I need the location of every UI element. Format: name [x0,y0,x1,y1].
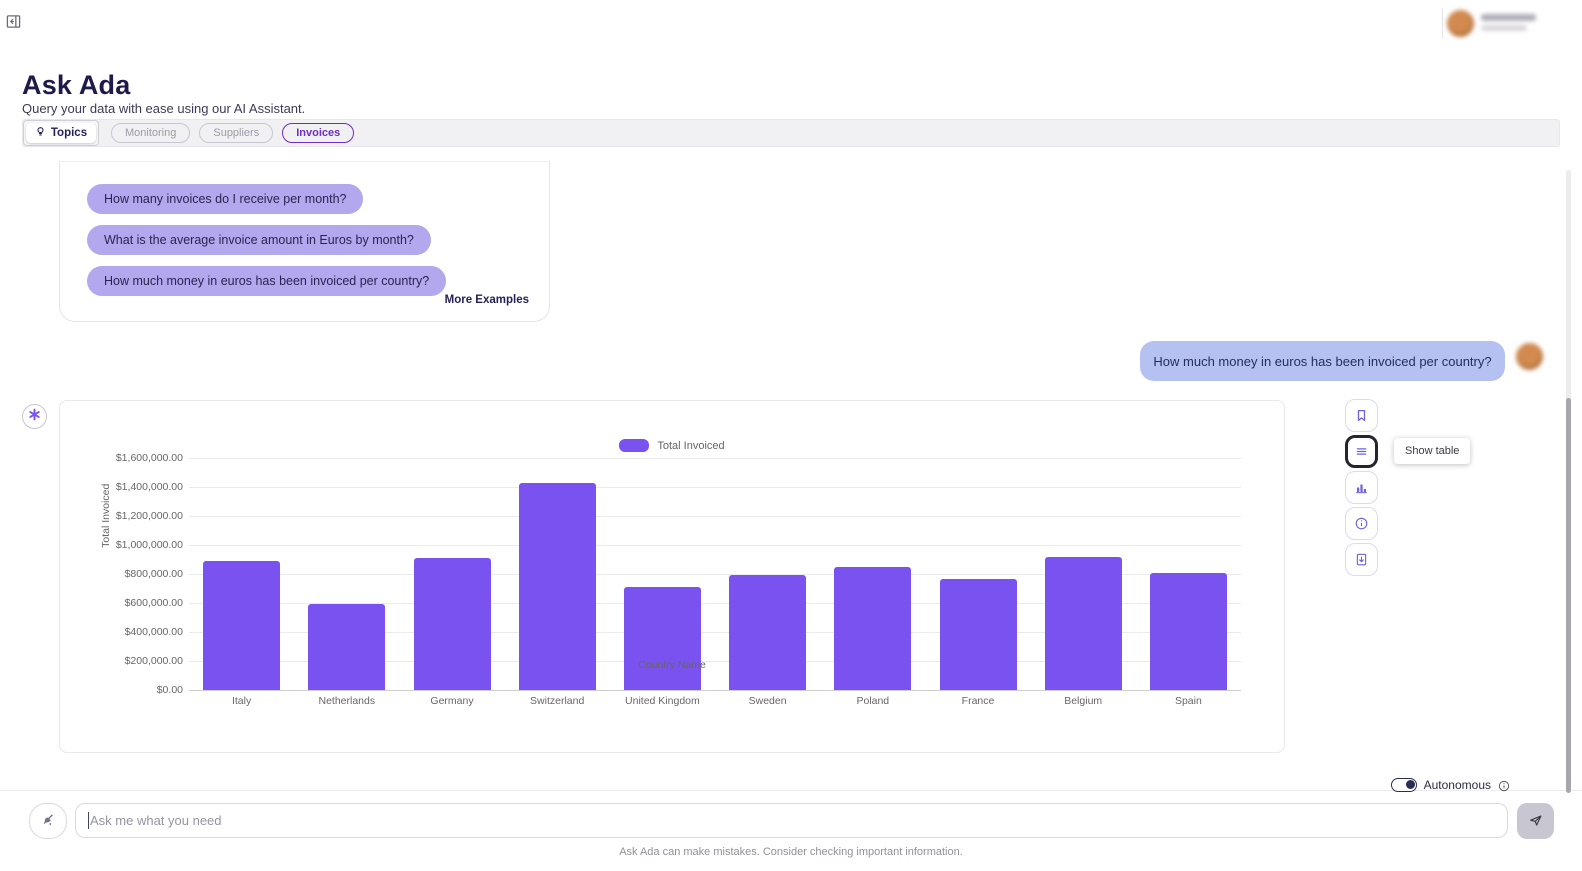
x-tick-label: Poland [820,695,926,707]
y-tick-label: $400,000.00 [93,626,183,638]
suggestion-pill-2[interactable]: How much money in euros has been invoice… [87,266,446,296]
header-divider [1442,8,1443,38]
autonomous-toggle[interactable] [1391,778,1417,792]
bookmark-icon [1354,408,1369,423]
user-avatar[interactable] [1447,10,1474,37]
show-chart-button[interactable] [1345,471,1378,504]
assistant-avatar [22,404,47,429]
suggestions-card: How many invoices do I receive per month… [59,161,550,322]
y-tick-label: $600,000.00 [93,597,183,609]
gridline [189,545,1241,546]
show-chart-icon [1354,480,1369,495]
broom-icon [41,813,55,830]
chart-legend[interactable]: Total Invoiced [60,439,1284,452]
tab-invoices[interactable]: Invoices [282,123,354,143]
x-axis-title: Country Name [60,659,1284,671]
gridline [189,690,1241,691]
bar-sweden[interactable] [729,575,806,690]
y-tick-label: $1,400,000.00 [93,481,183,493]
topics-tab-bar: Topics Monitoring Suppliers Invoices [22,119,1560,147]
x-tick-label: Netherlands [294,695,400,707]
y-tick-label: $1,000,000.00 [93,539,183,551]
sparkle-asterisk-icon [28,408,41,426]
tab-topics[interactable]: Topics [23,120,99,146]
bar-poland[interactable] [834,567,911,690]
autonomous-row: Autonomous [0,778,1510,792]
text-caret [88,812,89,829]
sidebar-collapse-button[interactable] [4,14,22,32]
user-message-bubble: How much money in euros has been invoice… [1140,341,1505,381]
user-name-redacted [1481,14,1536,21]
legend-label: Total Invoiced [657,440,724,452]
legend-swatch [619,439,649,452]
x-tick-label: Italy [189,695,295,707]
info-button[interactable] [1345,507,1378,540]
bar-france[interactable] [940,579,1017,690]
bar-spain[interactable] [1150,573,1227,690]
bar-chart-plot: $0.00$200,000.00$400,000.00$600,000.00$8… [189,458,1241,690]
x-tick-label: France [925,695,1031,707]
chart-card: Total Invoiced Total Invoiced $0.00$200,… [59,400,1285,753]
bookmark-button[interactable] [1345,399,1378,432]
x-tick-label: Sweden [715,695,821,707]
send-icon [1528,812,1544,831]
x-tick-label: United Kingdom [609,695,715,707]
gridline [189,458,1241,459]
more-examples-link[interactable]: More Examples [445,294,529,306]
export-icon [1354,552,1369,567]
disclaimer-text: Ask Ada can make mistakes. Consider chec… [0,846,1582,858]
clear-chat-button[interactable] [29,803,67,839]
page-subtitle: Query your data with ease using our AI A… [22,101,305,116]
show-table-tooltip: Show table [1394,438,1470,464]
chart-actions-column [1345,399,1378,576]
bar-netherlands[interactable] [308,604,385,690]
user-message-avatar [1516,343,1543,370]
x-tick-label: Belgium [1030,695,1136,707]
x-tick-label: Switzerland [504,695,610,707]
page-title: Ask Ada [22,70,130,101]
autonomous-label: Autonomous [1424,778,1491,792]
suggestion-pill-0[interactable]: How many invoices do I receive per month… [87,184,363,214]
bar-united-kingdom[interactable] [624,587,701,690]
y-tick-label: $0.00 [93,684,183,696]
tab-monitoring[interactable]: Monitoring [111,123,190,143]
suggestion-list: How many invoices do I receive per month… [87,184,446,296]
send-button[interactable] [1517,803,1554,839]
export-button[interactable] [1345,543,1378,576]
x-tick-label: Spain [1135,695,1241,707]
info-icon [1354,516,1369,531]
filter-pills: Monitoring Suppliers Invoices [111,120,354,146]
y-tick-label: $800,000.00 [93,568,183,580]
x-tick-label: Germany [399,695,505,707]
tab-topics-label: Topics [51,127,87,139]
gridline [189,487,1241,488]
scrollbar-thumb[interactable] [1566,398,1571,793]
tab-suppliers[interactable]: Suppliers [199,123,273,143]
show-table-button[interactable] [1345,435,1378,468]
lightbulb-icon [35,126,46,140]
autonomous-info-icon[interactable] [1498,779,1510,791]
chat-input[interactable] [75,803,1508,838]
gridline [189,516,1241,517]
show-table-icon [1354,444,1369,459]
sidebar-collapse-icon [6,17,21,32]
y-tick-label: $1,200,000.00 [93,510,183,522]
user-role-redacted [1481,25,1527,31]
y-tick-label: $1,600,000.00 [93,452,183,464]
suggestion-pill-1[interactable]: What is the average invoice amount in Eu… [87,225,431,255]
